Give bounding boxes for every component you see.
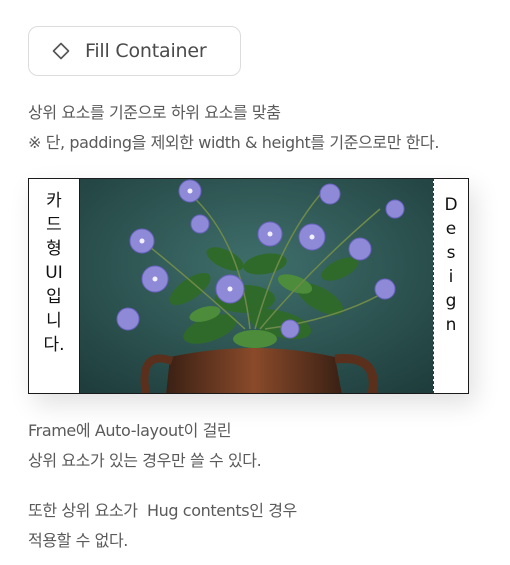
left-char: 형 [46, 239, 62, 259]
right-char: g [445, 291, 457, 311]
right-char: D [444, 195, 458, 215]
left-text-column: 카 드 형 UI 입 니 다. [28, 178, 80, 394]
fill-container-button[interactable]: Fill Container [28, 26, 241, 76]
right-char: i [448, 267, 454, 287]
note-line: 또한 상위 요소가 Hug contents인 경우 [28, 501, 297, 520]
right-char: e [445, 219, 457, 239]
description-line-2: ※ 단, padding을 제외한 width & height를 기준으로만 … [28, 133, 440, 152]
note-line: Frame에 Auto-layout이 걸린 [28, 421, 232, 440]
left-char: 드 [46, 215, 62, 235]
note-line: 상위 요소가 있는 경우만 쓸 수 있다. [28, 451, 262, 470]
fill-container-label: Fill Container [85, 40, 207, 62]
description: 상위 요소를 기준으로 하위 요소를 맞춤 ※ 단, padding을 제외한 … [28, 98, 439, 158]
left-char: 다. [43, 335, 65, 355]
right-text-column: D e s i g n [433, 178, 469, 394]
note-block-2: 또한 상위 요소가 Hug contents인 경우 적용할 수 없다. [28, 496, 297, 556]
description-line-1: 상위 요소를 기준으로 하위 요소를 맞춤 [28, 103, 281, 122]
note-line: 적용할 수 없다. [28, 531, 128, 550]
right-char: n [445, 315, 457, 335]
flower-pot-photo [80, 178, 433, 394]
auto-layout-frame: 카 드 형 UI 입 니 다. D e s i g n [28, 178, 469, 394]
note-block-1: Frame에 Auto-layout이 걸린 상위 요소가 있는 경우만 쓸 수… [28, 416, 262, 476]
left-char: 카 [46, 191, 62, 211]
diamond-icon [51, 41, 71, 61]
left-char: UI [45, 263, 63, 283]
right-char: s [446, 243, 456, 263]
left-char: 니 [46, 311, 62, 331]
left-char: 입 [46, 287, 62, 307]
